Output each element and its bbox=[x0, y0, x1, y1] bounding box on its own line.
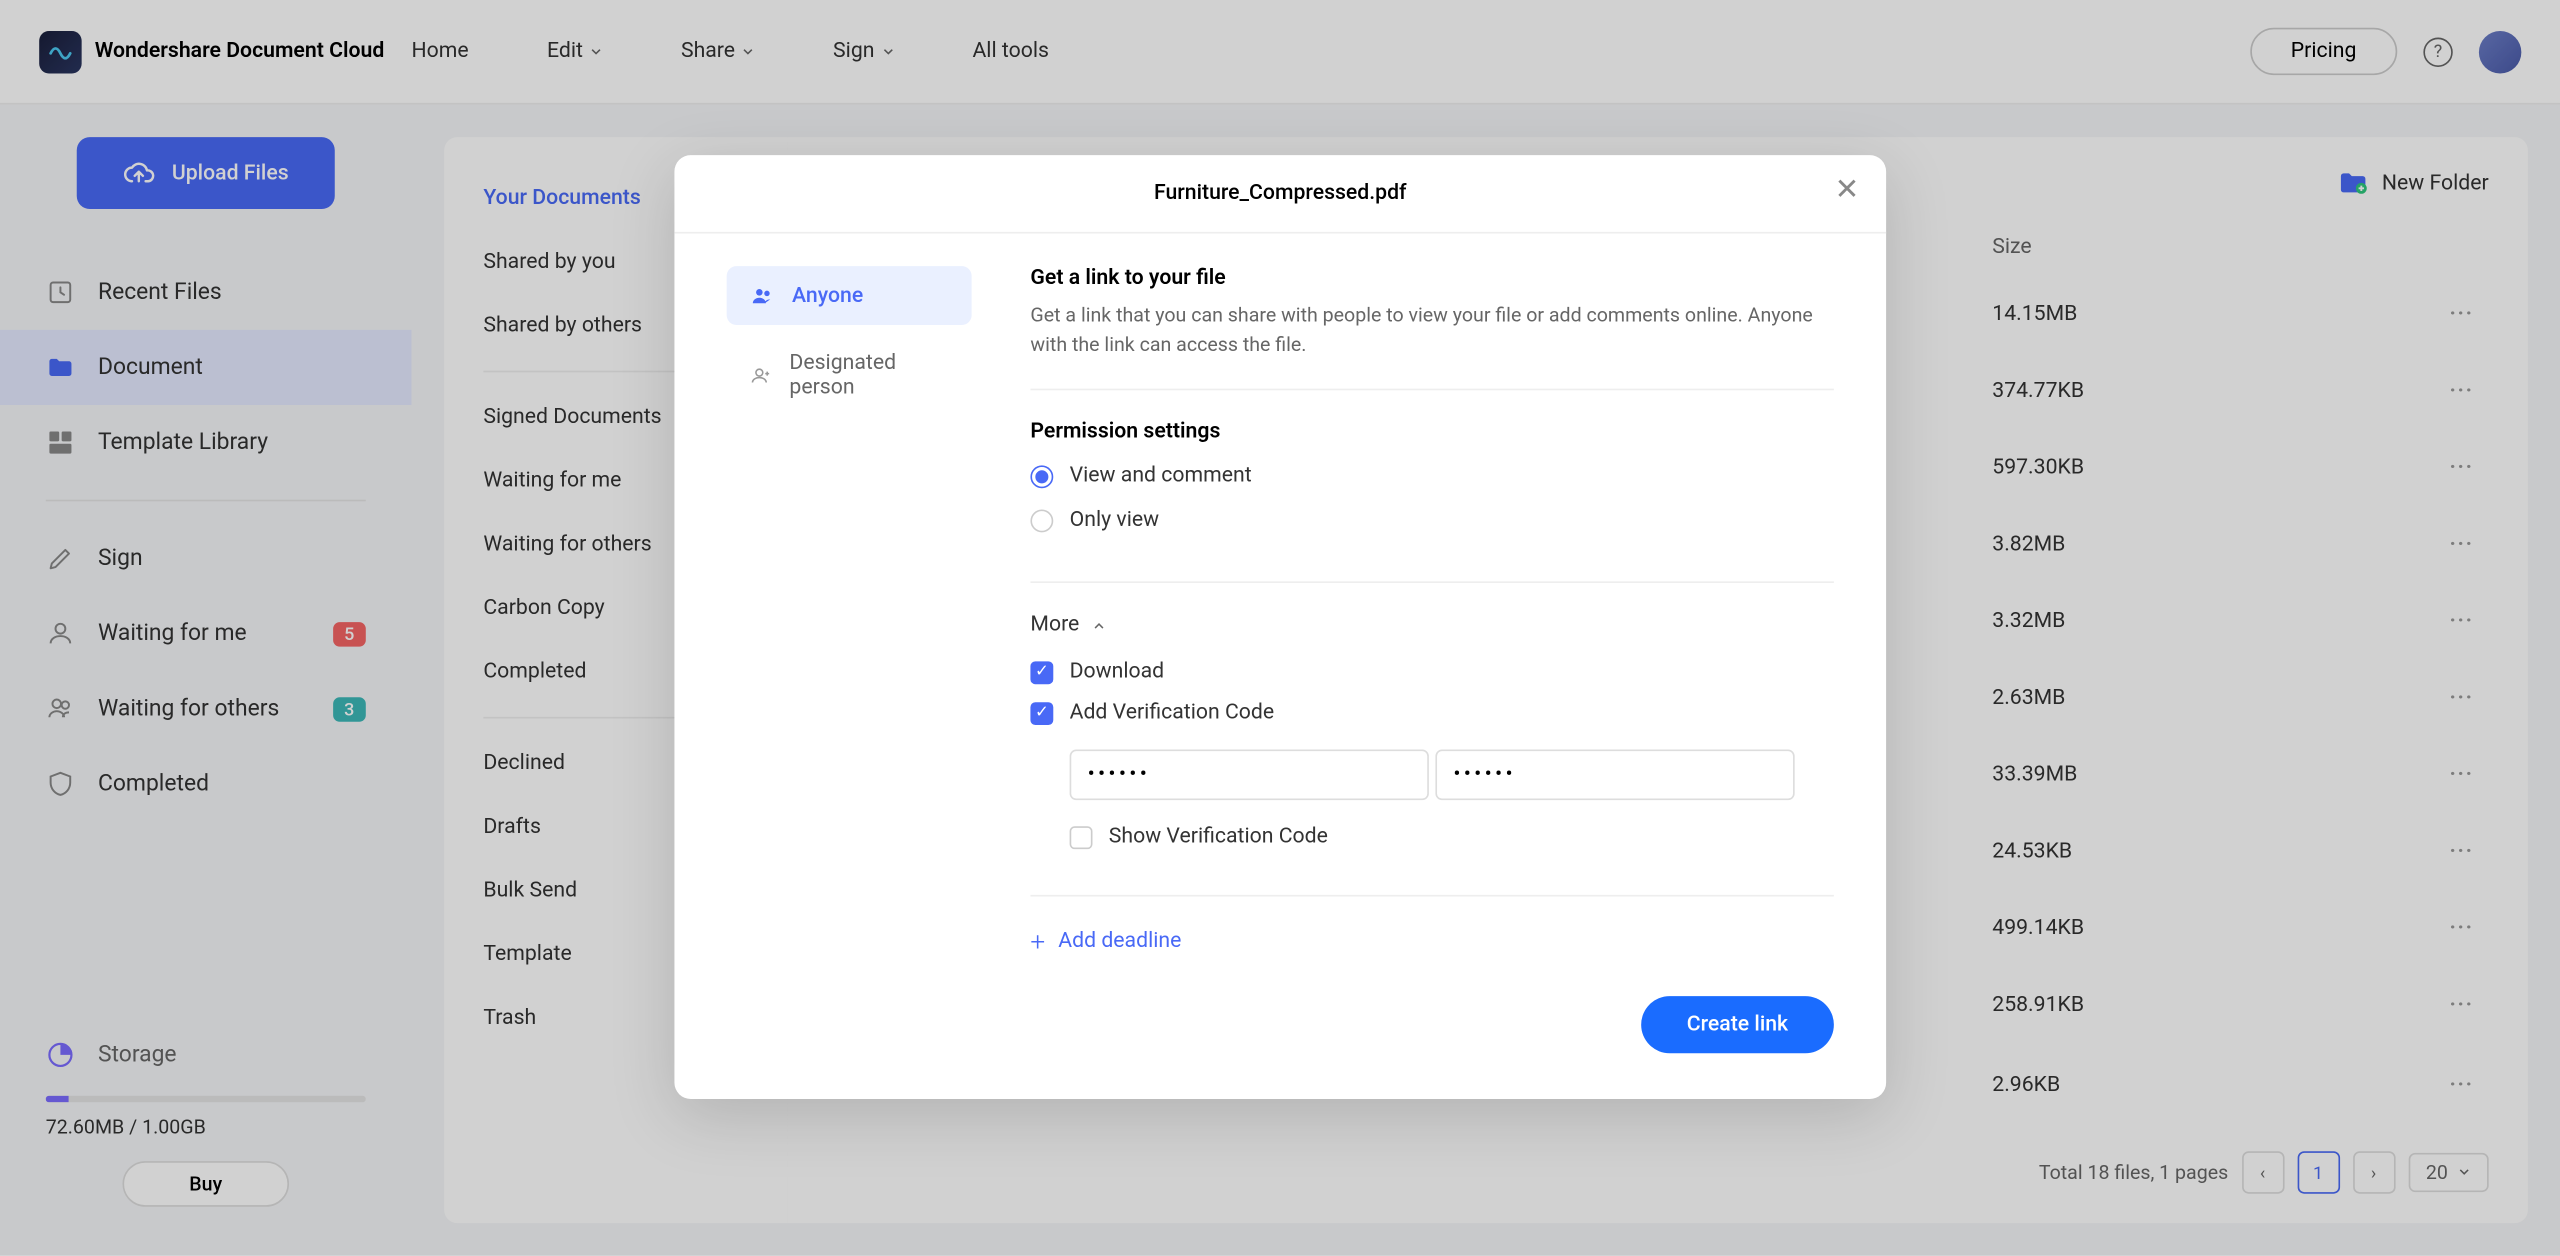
radio-icon bbox=[1030, 509, 1053, 532]
checkbox-icon: ✓ bbox=[1030, 701, 1053, 724]
checkbox-download[interactable]: ✓ Download bbox=[1030, 660, 1833, 684]
people-icon bbox=[750, 283, 776, 309]
share-modal: Furniture_Compressed.pdf ✕ Anyone Design… bbox=[674, 155, 1886, 1099]
checkbox-icon bbox=[1070, 825, 1093, 848]
chevron-up-icon bbox=[1092, 618, 1105, 631]
verification-code-confirm-input[interactable] bbox=[1435, 750, 1794, 801]
link-section-title: Get a link to your file bbox=[1030, 266, 1833, 290]
permission-title: Permission settings bbox=[1030, 420, 1833, 444]
checkbox-show-code[interactable]: Show Verification Code bbox=[1070, 825, 1834, 849]
verification-code-input[interactable] bbox=[1070, 750, 1429, 801]
checkbox-icon: ✓ bbox=[1030, 661, 1053, 684]
person-plus-icon bbox=[750, 363, 774, 389]
radio-only-view[interactable]: Only view bbox=[1030, 508, 1833, 532]
plus-icon: + bbox=[1030, 926, 1045, 957]
share-tab-anyone[interactable]: Anyone bbox=[727, 266, 972, 325]
close-icon[interactable]: ✕ bbox=[1834, 178, 1860, 204]
share-tab-designated[interactable]: Designated person bbox=[727, 335, 972, 417]
add-deadline-button[interactable]: + Add deadline bbox=[1030, 926, 1833, 957]
create-link-button[interactable]: Create link bbox=[1641, 996, 1834, 1053]
radio-view-comment[interactable]: View and comment bbox=[1030, 464, 1833, 488]
modal-title: Furniture_Compressed.pdf bbox=[714, 181, 1847, 205]
link-section-desc: Get a link that you can share with peopl… bbox=[1030, 300, 1833, 359]
radio-icon bbox=[1030, 465, 1053, 488]
checkbox-add-verification[interactable]: ✓ Add Verification Code bbox=[1030, 701, 1833, 725]
more-toggle[interactable]: More bbox=[1030, 612, 1833, 636]
